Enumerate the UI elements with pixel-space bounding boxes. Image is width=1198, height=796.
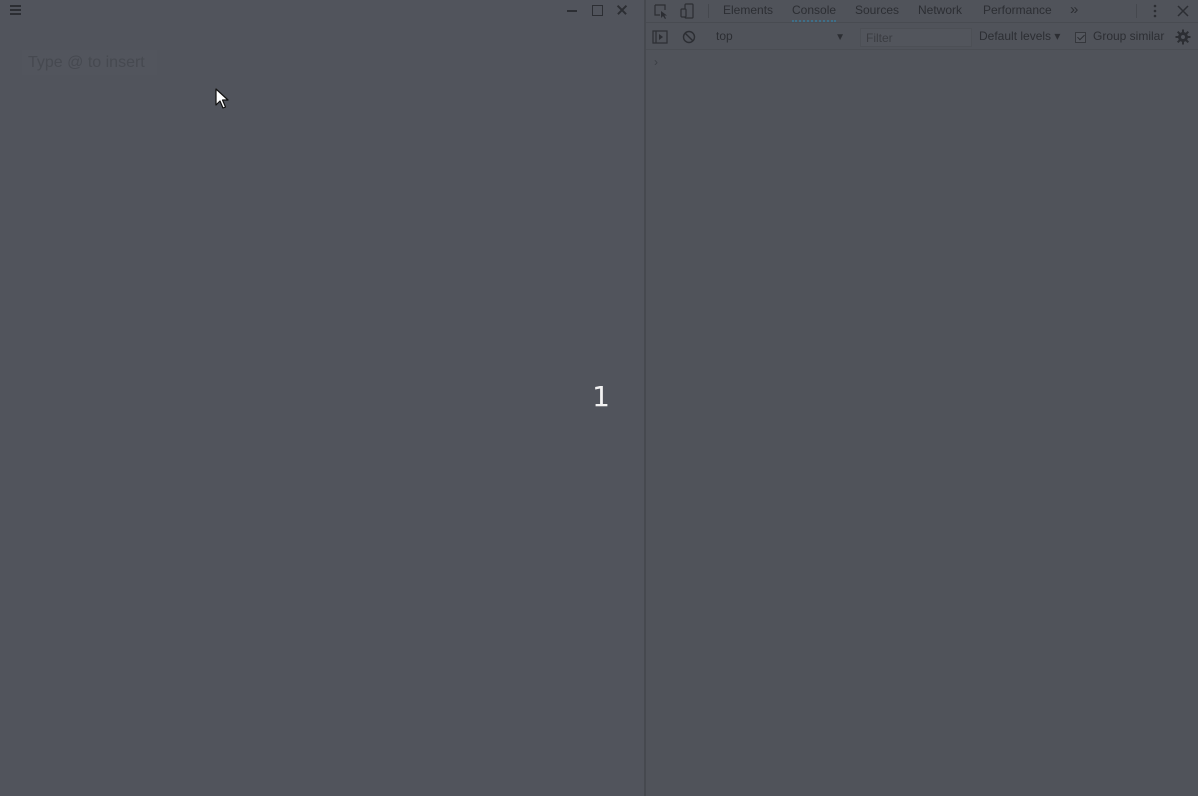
group-similar-checkbox[interactable] (1075, 32, 1086, 43)
devtools-tab-bar: Elements Console Sources Network Perform… (646, 0, 1198, 23)
menu-icon[interactable] (8, 3, 24, 17)
close-devtools-icon[interactable] (1174, 2, 1192, 20)
clear-console-icon[interactable] (680, 28, 698, 46)
console-toolbar: top ▼ Default levels ▾ Group similar (646, 24, 1198, 50)
separator (708, 4, 709, 18)
group-similar-label: Group similar (1093, 29, 1165, 43)
log-levels-dropdown[interactable]: Default levels ▾ (979, 29, 1060, 43)
tab-console[interactable]: Console (792, 0, 837, 22)
separator (1136, 4, 1137, 18)
console-prompt-icon[interactable]: › (654, 55, 658, 69)
device-toolbar-icon[interactable] (679, 2, 697, 20)
context-selector[interactable]: top ▼ (712, 28, 847, 46)
app-window: 1 (0, 0, 644, 796)
gear-icon[interactable] (1174, 28, 1192, 46)
more-tabs-icon[interactable]: » (1070, 0, 1078, 22)
inspect-element-icon[interactable] (652, 2, 670, 20)
context-value: top (716, 29, 733, 43)
devtools-panel: Elements Console Sources Network Perform… (646, 0, 1198, 796)
dropdown-arrow-icon: ▼ (835, 32, 845, 43)
slide-number: 1 (592, 380, 610, 413)
editor-input[interactable] (22, 50, 157, 75)
mouse-pointer-icon (215, 88, 229, 109)
tab-sources[interactable]: Sources (855, 0, 899, 22)
maximize-icon[interactable] (588, 2, 606, 18)
tab-network[interactable]: Network (918, 0, 962, 22)
tab-elements[interactable]: Elements (723, 0, 773, 22)
tab-performance[interactable]: Performance (983, 0, 1052, 22)
sidebar-toggle-icon[interactable] (651, 28, 669, 46)
close-icon[interactable] (613, 2, 631, 18)
title-bar (0, 0, 644, 20)
more-options-icon[interactable] (1146, 2, 1164, 20)
filter-input[interactable] (860, 28, 972, 47)
minimize-icon[interactable] (563, 2, 581, 18)
